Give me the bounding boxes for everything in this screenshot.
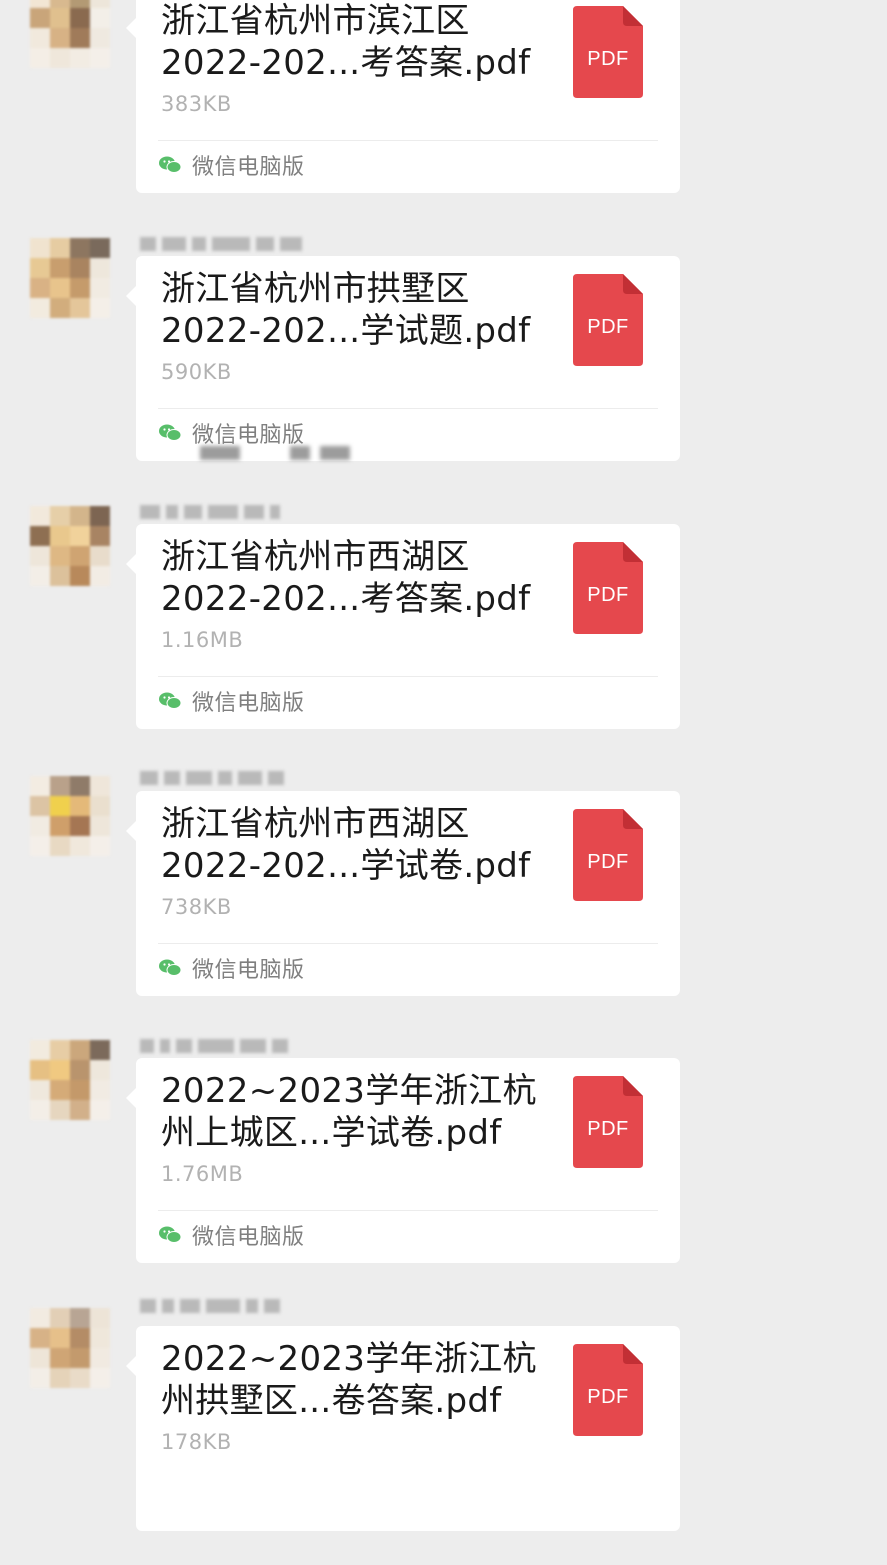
file-message-bubble[interactable]: 2022~2023学年浙江杭 州上城区...学试卷.pdf 1.76MB PDF… (126, 1058, 680, 1263)
pdf-file-icon: PDF (573, 542, 643, 634)
chat-message-list: 浙江省杭州市滨江区 2022-202...考答案.pdf 383KB PDF 微… (0, 0, 887, 1531)
pdf-badge-text: PDF (587, 851, 629, 873)
wechat-icon (159, 692, 182, 709)
wechat-icon (159, 1226, 182, 1243)
source-row: 微信电脑版 (158, 148, 305, 182)
file-name: 2022~2023学年浙江杭 州上城区...学试卷.pdf (161, 1071, 537, 1153)
source-row: 微信电脑版 (158, 684, 305, 718)
pdf-file-icon: PDF (573, 809, 643, 901)
file-message-bubble[interactable]: 浙江省杭州市西湖区 2022-202...考答案.pdf 1.16MB PDF … (126, 524, 680, 729)
pdf-file-icon: PDF (573, 274, 643, 366)
wechat-icon (159, 959, 182, 976)
divider (158, 1210, 658, 1211)
avatar[interactable] (30, 506, 110, 586)
source-label: 微信电脑版 (192, 1225, 305, 1250)
divider (158, 408, 658, 409)
source-label: 微信电脑版 (192, 691, 305, 716)
file-size: 590KB (161, 360, 232, 384)
pdf-badge-text: PDF (587, 1386, 629, 1408)
source-row: 微信电脑版 (158, 416, 305, 450)
pdf-file-icon: PDF (573, 1344, 643, 1436)
divider (158, 676, 658, 677)
file-size: 1.76MB (161, 1162, 244, 1186)
chat-message: 2022~2023学年浙江杭 州拱墅区...卷答案.pdf 178KB PDF (0, 1298, 887, 1565)
file-size: 1.16MB (161, 628, 244, 652)
chat-message: 浙江省杭州市滨江区 2022-202...考答案.pdf 383KB PDF 微… (0, 0, 887, 255)
file-name: 浙江省杭州市西湖区 2022-202...学试卷.pdf (161, 804, 531, 886)
pdf-badge-text: PDF (587, 48, 629, 70)
sender-name-blurred (140, 770, 320, 786)
file-size: 383KB (161, 92, 232, 116)
sender-name-blurred (140, 1298, 320, 1314)
file-name: 2022~2023学年浙江杭 州拱墅区...卷答案.pdf (161, 1339, 537, 1421)
sender-name-blurred (140, 1038, 320, 1054)
sender-name-blurred (140, 236, 320, 252)
avatar[interactable] (30, 776, 110, 856)
blurred-overlay (190, 446, 350, 464)
file-name: 浙江省杭州市拱墅区 2022-202...学试题.pdf (161, 269, 531, 351)
wechat-icon (159, 424, 182, 441)
file-message-bubble[interactable]: 浙江省杭州市西湖区 2022-202...学试卷.pdf 738KB PDF 微… (126, 791, 680, 996)
sender-name-blurred (140, 504, 320, 520)
file-message-bubble[interactable]: 浙江省杭州市拱墅区 2022-202...学试题.pdf 590KB PDF 微… (126, 256, 680, 461)
file-size: 738KB (161, 895, 232, 919)
file-name: 浙江省杭州市西湖区 2022-202...考答案.pdf (161, 537, 531, 619)
source-label: 微信电脑版 (192, 155, 305, 180)
source-row: 微信电脑版 (158, 951, 305, 985)
avatar[interactable] (30, 238, 110, 318)
avatar[interactable] (30, 1308, 110, 1388)
file-size: 178KB (161, 1430, 232, 1454)
file-name: 浙江省杭州市滨江区 2022-202...考答案.pdf (161, 1, 531, 83)
avatar[interactable] (30, 1040, 110, 1120)
pdf-file-icon: PDF (573, 1076, 643, 1168)
chat-message: 浙江省杭州市西湖区 2022-202...学试卷.pdf 738KB PDF 微… (0, 770, 887, 1037)
avatar[interactable] (30, 0, 110, 68)
source-label: 微信电脑版 (192, 958, 305, 983)
divider (158, 943, 658, 944)
pdf-badge-text: PDF (587, 584, 629, 606)
source-label: 微信电脑版 (192, 423, 305, 448)
chat-message: 浙江省杭州市拱墅区 2022-202...学试题.pdf 590KB PDF 微… (0, 236, 887, 503)
divider (158, 140, 658, 141)
pdf-badge-text: PDF (587, 316, 629, 338)
file-message-bubble[interactable]: 浙江省杭州市滨江区 2022-202...考答案.pdf 383KB PDF 微… (126, 0, 680, 193)
pdf-file-icon: PDF (573, 6, 643, 98)
chat-message: 浙江省杭州市西湖区 2022-202...考答案.pdf 1.16MB PDF … (0, 504, 887, 771)
pdf-badge-text: PDF (587, 1118, 629, 1140)
wechat-icon (159, 156, 182, 173)
source-row: 微信电脑版 (158, 1218, 305, 1252)
chat-message: 2022~2023学年浙江杭 州上城区...学试卷.pdf 1.76MB PDF… (0, 1038, 887, 1305)
file-message-bubble[interactable]: 2022~2023学年浙江杭 州拱墅区...卷答案.pdf 178KB PDF (126, 1326, 680, 1531)
